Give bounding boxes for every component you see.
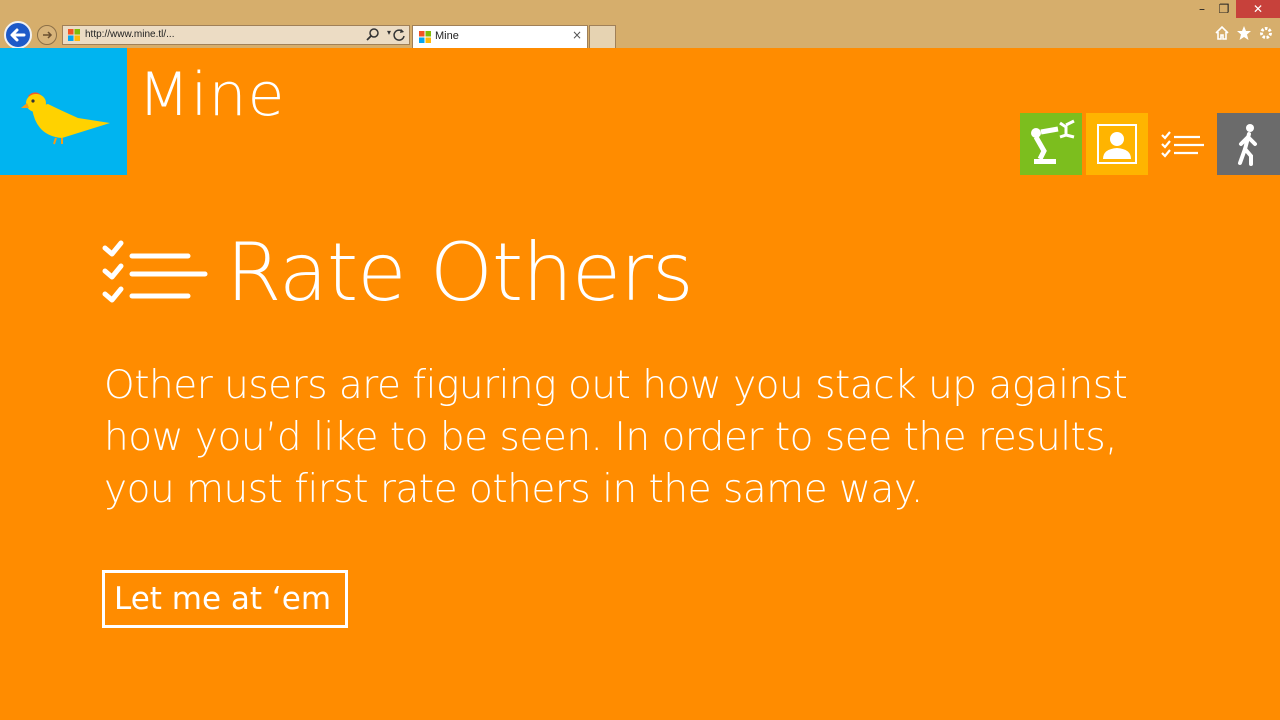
close-button[interactable]: ✕ (1236, 0, 1280, 18)
refresh-icon[interactable] (392, 28, 406, 42)
app-logo[interactable] (0, 48, 127, 175)
bird-logo-icon (21, 92, 110, 145)
new-tab-button[interactable] (589, 25, 616, 48)
home-icon[interactable] (1213, 24, 1231, 42)
dropdown-icon[interactable]: ▾ (387, 28, 391, 37)
search-icon[interactable] (365, 27, 381, 43)
description-line: how you’d like to be seen. In order to s… (104, 415, 1118, 460)
walking-person-icon (1238, 124, 1257, 166)
arrow-right-icon (43, 31, 53, 39)
description-line: Other users are figuring out how you sta… (104, 363, 1128, 408)
page-description: Other users are figuring out how you sta… (104, 360, 1164, 516)
let-me-at-em-button[interactable]: Let me at ‘em (102, 570, 348, 628)
nav-profile-tile[interactable] (1086, 113, 1148, 175)
heading-checklist-icon (102, 240, 208, 303)
favorites-star-icon[interactable] (1235, 24, 1253, 42)
robot-arm-icon (1031, 119, 1075, 164)
address-text: http://www.mine.tl/... (85, 29, 175, 40)
nav-exit-tile[interactable] (1217, 113, 1280, 175)
browser-chrome: http://www.mine.tl/... ▾ Mine × – ❐ ✕ (0, 0, 1280, 49)
address-bar[interactable]: http://www.mine.tl/... ▾ (62, 25, 410, 45)
nav-robot-tile[interactable] (1020, 113, 1082, 175)
tab-title: Mine (435, 30, 459, 42)
app-title: Mine (138, 60, 286, 130)
nav-rate-tile[interactable] (1152, 113, 1214, 175)
arrow-left-icon (10, 28, 26, 42)
description-line: you must first rate others in the same w… (104, 467, 923, 512)
restore-button[interactable]: ❐ (1213, 0, 1235, 18)
page-heading: Rate Others (226, 226, 694, 319)
checklist-icon (1161, 131, 1204, 158)
browser-tab[interactable]: Mine × (412, 25, 588, 48)
site-favicon-icon (68, 29, 80, 41)
profile-icon (1097, 124, 1137, 164)
minimize-button[interactable]: – (1192, 0, 1212, 18)
back-button[interactable] (4, 21, 32, 49)
tab-close-icon[interactable]: × (572, 28, 582, 42)
settings-gear-icon[interactable] (1257, 24, 1275, 42)
forward-button[interactable] (37, 25, 57, 45)
tab-favicon-icon (419, 31, 431, 43)
